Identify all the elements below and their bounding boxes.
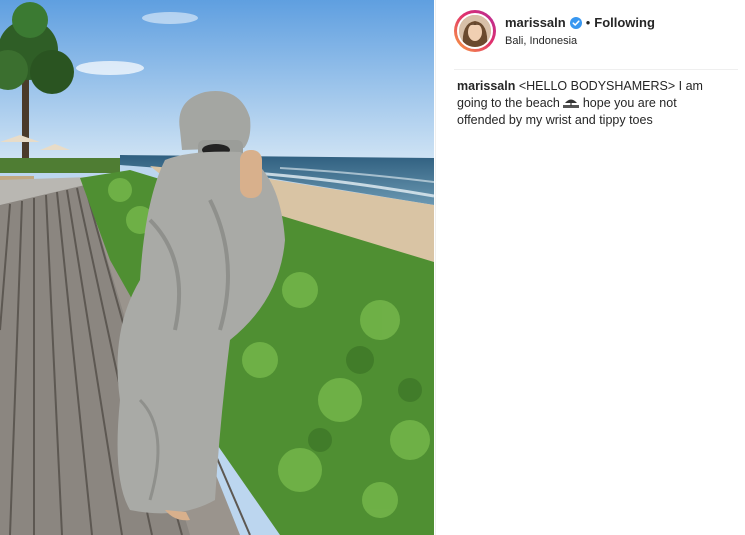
post-caption: marissaln <HELLO BODYSHAMERS> I am going… xyxy=(457,78,727,129)
post-photo[interactable] xyxy=(0,0,434,535)
avatar[interactable] xyxy=(454,10,496,52)
post-side-panel: marissaln • Following Bali, Indonesia ma… xyxy=(435,0,745,535)
location-link[interactable]: Bali, Indonesia xyxy=(505,35,655,47)
following-button[interactable]: Following xyxy=(594,15,655,30)
beach-umbrella-icon xyxy=(563,96,580,108)
caption-username-link[interactable]: marissaln xyxy=(457,79,515,93)
verified-badge-icon xyxy=(569,16,582,29)
avatar-image[interactable] xyxy=(457,13,493,49)
username-link[interactable]: marissaln xyxy=(505,15,566,30)
separator-dot: • xyxy=(585,15,591,30)
post-header: marissaln • Following Bali, Indonesia xyxy=(454,10,738,70)
